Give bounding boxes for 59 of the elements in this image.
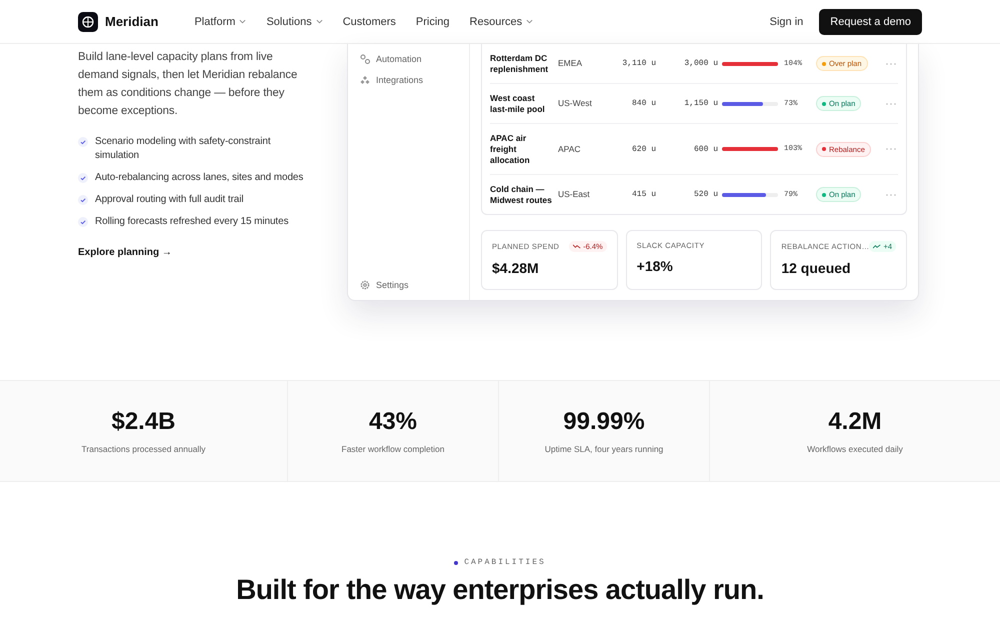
settings-icon [360,280,370,290]
feature-text: Rolling forecasts refreshed every 15 minutes [95,215,288,229]
section-heading: Built for the way enterprises actually run. [236,573,764,607]
blocks-icon [360,75,370,85]
settings-item[interactable]: Settings [360,280,457,290]
stat-label: Uptime SLA, four years running [544,444,664,454]
kpi-value: 12 queued [781,260,852,276]
stat-value: 99.99% [563,408,645,436]
feature-text: Scenario modeling with safety-constraint simulation [95,135,272,163]
explore-planning-link[interactable]: Explore planning → [78,247,172,258]
feature-text: Approval routing with full audit trail [95,193,244,207]
nav-link[interactable]: Customers [342,16,396,28]
check-icon [78,173,88,183]
stat-value: 43% [368,408,418,436]
utilization-bar [722,147,778,151]
eyebrow-dot [454,560,458,564]
nav-link[interactable]: Resources [470,16,534,28]
brand-name[interactable]: Meridian [105,14,158,29]
logo-icon[interactable] [78,12,98,32]
sidebar-item[interactable]: Automation [360,54,457,64]
actual-cell-text: 415 u [630,190,656,199]
check-icon [78,195,88,205]
region-cell-text: APAC [558,144,582,154]
lane-name: West coast last-mile pool [490,92,546,114]
sidebar-item[interactable]: Integrations [360,75,457,85]
feature-text: Auto-rebalancing across lanes, sites and modes [95,171,304,185]
plan-cell-text: 3,000 u [683,59,718,68]
region-cell-text: US-East [558,189,591,200]
sign-in-link[interactable]: Sign in [770,16,804,28]
actual-cell-text: 3,110 u [621,59,656,68]
region-cell-text: EMEA [558,58,584,69]
request-demo-button[interactable]: Request a demo [819,8,922,34]
stat-value: $2.4B [111,408,176,436]
check-icon [78,217,88,227]
plan-cell-text: 1,150 u [683,99,718,108]
lane-name: Rotterdam DC replenishment [490,52,550,74]
actual-cell-text: 840 u [630,99,656,108]
utilization-bar [722,102,778,106]
hero-description: Build lane-level capacity plans from live demand signals, then let Meridian rebalance them as conditions change — before they become exceptions. [78,50,298,119]
nav-link[interactable]: Platform [194,16,246,28]
stat-value: 4.2M [828,408,882,436]
section-eyebrow: CAPABILITIES [464,558,546,567]
lane-name: Cold chain — Midwest routes [490,184,553,206]
utilization-bar [722,192,778,196]
check-icon [78,137,88,147]
nav-link[interactable]: Pricing [416,16,450,28]
kpi-value: $4.28M [492,260,540,276]
nav-link[interactable]: Solutions [266,16,323,28]
actual-cell-text: 620 u [630,144,656,154]
plan-cell-text: 520 u [692,190,718,199]
utilization-bar [722,62,778,66]
region-cell-text: US-West [558,98,593,109]
kpi-value: +18% [636,258,674,274]
stat-label: Transactions processed annually [82,444,206,454]
lane-name: APAC air freight allocation [490,132,531,166]
plan-cell-text: 600 u [692,144,718,154]
stat-label: Workflows executed daily [807,444,903,454]
nodes-icon [360,54,370,64]
stat-label: Faster workflow completion [342,444,444,454]
